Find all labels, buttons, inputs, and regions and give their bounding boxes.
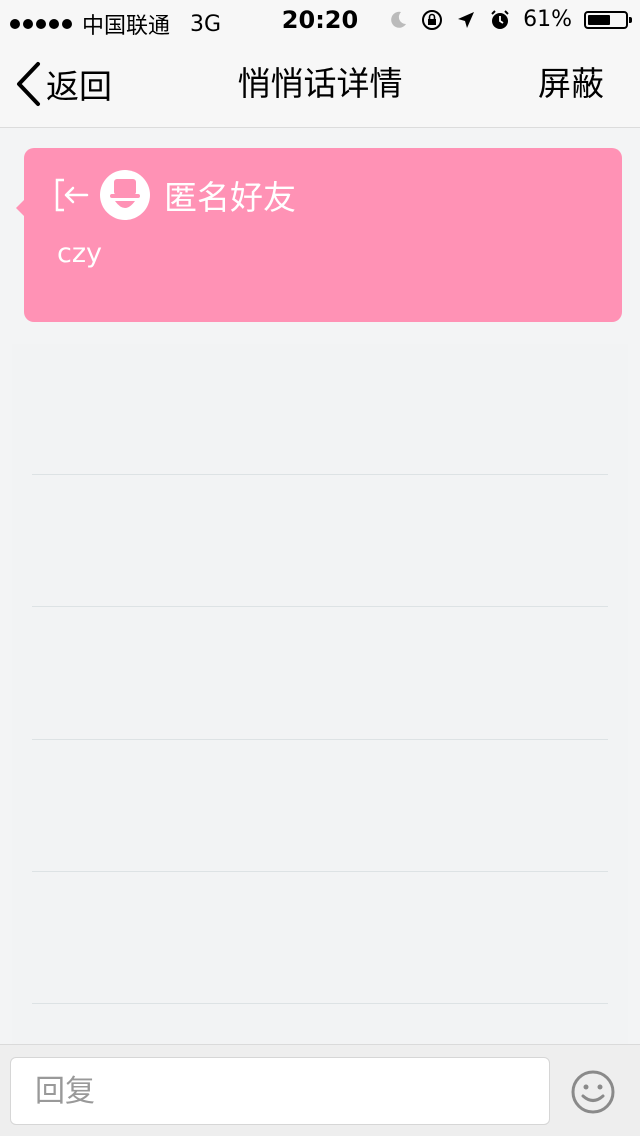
message-text: czy bbox=[57, 238, 102, 269]
back-button[interactable]: 返回 bbox=[14, 40, 112, 128]
list-divider bbox=[32, 871, 608, 872]
battery-level-fill bbox=[588, 14, 610, 25]
navigation-bar: 返回 悄悄话详情 屏蔽 bbox=[0, 40, 640, 128]
status-bar: 中国联通 3G 20:20 61% bbox=[0, 0, 640, 40]
list-divider bbox=[32, 606, 608, 607]
reply-bar bbox=[0, 1044, 640, 1136]
reply-input[interactable] bbox=[10, 1057, 550, 1125]
anonymous-avatar-icon bbox=[100, 170, 150, 220]
emoji-icon[interactable] bbox=[570, 1069, 616, 1115]
exit-icon[interactable] bbox=[54, 177, 90, 213]
message-card: 匿名好友 czy bbox=[16, 148, 622, 322]
moon-icon bbox=[387, 9, 409, 31]
message-header: 匿名好友 bbox=[54, 170, 296, 220]
orientation-lock-icon bbox=[421, 9, 443, 31]
list-divider bbox=[32, 474, 608, 475]
block-button[interactable]: 屏蔽 bbox=[538, 40, 604, 128]
battery-percent: 61% bbox=[523, 7, 572, 32]
list-divider bbox=[32, 1003, 608, 1004]
reply-list bbox=[12, 344, 628, 1044]
chevron-left-icon bbox=[14, 61, 42, 107]
list-divider bbox=[32, 739, 608, 740]
status-right: 61% bbox=[387, 7, 632, 32]
back-label: 返回 bbox=[46, 67, 112, 106]
battery-icon bbox=[584, 10, 632, 29]
location-arrow-icon bbox=[455, 9, 477, 31]
alarm-icon bbox=[489, 9, 511, 31]
sender-name: 匿名好友 bbox=[164, 178, 296, 217]
